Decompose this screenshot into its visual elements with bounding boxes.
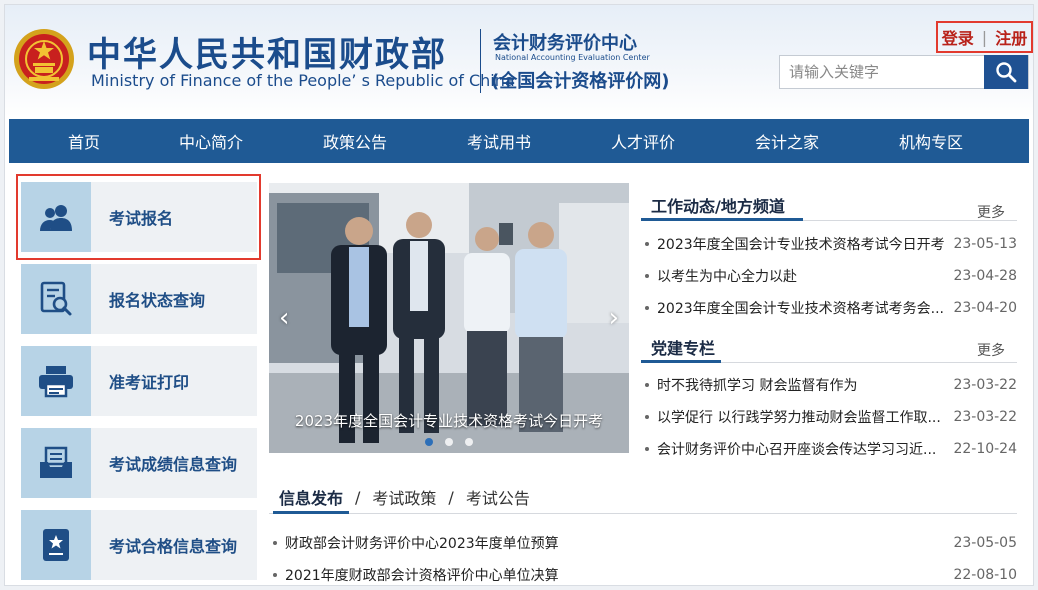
list-item[interactable]: 时不我待抓学习 财会监督有作为 23-03-22 — [645, 375, 1017, 395]
sidebar-item-label: 报名状态查询 — [109, 291, 206, 310]
document-search-icon — [40, 281, 72, 316]
news-title[interactable]: 会计财务评价中心召开座谈会传达学习习近... — [657, 439, 936, 459]
list-item[interactable]: 以学促行 以行践学努力推动财会监督工作取... 23-03-22 — [645, 407, 1017, 427]
list-item[interactable]: 财政部会计财务评价中心2023年度单位预算 23-05-05 — [273, 533, 1017, 553]
bullet — [273, 541, 277, 545]
auth-links: 登录 | 注册 — [936, 21, 1033, 53]
section-divider — [269, 513, 1017, 514]
news-date: 23-04-20 — [953, 300, 1017, 316]
search-box — [779, 55, 1029, 89]
news-title[interactable]: 财政部会计财务评价中心2023年度单位预算 — [285, 533, 559, 553]
bullet — [273, 573, 277, 577]
carousel-caption[interactable]: 2023年度全国会计专业技术资格考试今日开考 — [269, 410, 629, 431]
sidebar-item-label: 考试合格信息查询 — [109, 537, 238, 556]
register-link[interactable]: 注册 — [995, 25, 1027, 49]
list-item[interactable]: 2021年度财政部会计资格评价中心单位决算 22-08-10 — [273, 565, 1017, 585]
work-news-title: 工作动态/地方频道 — [651, 197, 785, 216]
work-news-more-link[interactable]: 更多 — [977, 202, 1005, 222]
sidebar-item-label: 考试报名 — [109, 209, 174, 228]
news-date: 23-05-13 — [953, 236, 1017, 252]
certificate-icon — [43, 529, 69, 561]
news-title[interactable]: 2023年度全国会计专业技术资格考试考务会... — [657, 298, 944, 318]
bullet — [645, 306, 649, 310]
party-more-link[interactable]: 更多 — [977, 340, 1005, 360]
bullet — [645, 383, 649, 387]
tab-separator: / — [448, 487, 454, 507]
news-date: 23-03-22 — [953, 409, 1017, 425]
news-title[interactable]: 以考生为中心全力以赴 — [657, 266, 797, 286]
bullet — [645, 242, 649, 246]
news-date: 23-03-22 — [953, 377, 1017, 393]
bullet — [645, 274, 649, 278]
section-underline — [641, 218, 803, 221]
party-column-title: 党建专栏 — [651, 339, 716, 358]
sidebar-icon-box — [21, 346, 91, 416]
carousel-dots — [269, 438, 629, 446]
users-icon — [40, 205, 72, 231]
search-input[interactable] — [780, 56, 985, 88]
carousel-dot[interactable] — [425, 438, 433, 446]
center-name-cn: 会计财务评价中心 — [493, 33, 637, 54]
tab-exam-policy[interactable]: 考试政策 — [372, 485, 436, 509]
list-item[interactable]: 2023年度全国会计专业技术资格考试考务会... 23-04-20 — [645, 298, 1017, 318]
list-item[interactable]: 2023年度全国会计专业技术资格考试今日开考 23-05-13 — [645, 234, 1017, 254]
page-frame: 中华人民共和国财政部 Ministry of Finance of the Pe… — [4, 4, 1034, 586]
section-underline — [641, 360, 721, 363]
ministry-name-en: Ministry of Finance of the People’ s Rep… — [91, 71, 515, 90]
sidebar-item-label: 准考证打印 — [109, 373, 190, 392]
sidebar-icon-box — [21, 428, 91, 498]
login-link[interactable]: 登录 — [942, 25, 974, 49]
news-title[interactable]: 以学促行 以行践学努力推动财会监督工作取... — [657, 407, 941, 427]
inbox-icon — [40, 446, 72, 478]
auth-separator: | — [981, 27, 988, 47]
national-emblem-icon — [14, 29, 74, 89]
news-title[interactable]: 时不我待抓学习 财会监督有作为 — [657, 375, 857, 395]
carousel-dot[interactable] — [445, 438, 453, 446]
carousel-prev-arrow[interactable]: ‹ — [279, 303, 289, 333]
sidebar-item-registration-status[interactable]: 报名状态查询 — [21, 264, 257, 334]
news-date: 23-05-05 — [953, 535, 1017, 551]
nav-item-about[interactable]: 中心简介 — [159, 129, 263, 153]
tab-info-release[interactable]: 信息发布 — [279, 485, 343, 509]
bullet — [645, 447, 649, 451]
ministry-name-cn: 中华人民共和国财政部 — [87, 35, 447, 75]
nav-item-talent[interactable]: 人才评价 — [551, 129, 735, 153]
main-nav: 首页 中心简介 政策公告 考试用书 人才评价 会计之家 机构专区 — [9, 119, 1029, 163]
sidebar-item-score-query[interactable]: 考试成绩信息查询 — [21, 428, 257, 498]
sidebar-item-admission-ticket[interactable]: 准考证打印 — [21, 346, 257, 416]
list-item[interactable]: 以考生为中心全力以赴 23-04-28 — [645, 266, 1017, 286]
sidebar-item-pass-query[interactable]: 考试合格信息查询 — [21, 510, 257, 580]
sidebar-icon-box — [21, 510, 91, 580]
center-name-en: National Accounting Evaluation Center — [495, 53, 650, 62]
list-item[interactable]: 会计财务评价中心召开座谈会传达学习习近... 22-10-24 — [645, 439, 1017, 459]
nav-item-institutions[interactable]: 机构专区 — [839, 129, 1023, 153]
news-date: 23-04-28 — [953, 268, 1017, 284]
center-network-name: (全国会计资格评价网) — [491, 71, 670, 92]
news-title[interactable]: 2023年度全国会计专业技术资格考试今日开考 — [657, 234, 945, 254]
search-icon — [996, 62, 1017, 83]
sidebar-icon-box — [21, 264, 91, 334]
news-date: 22-08-10 — [953, 567, 1017, 583]
section-underline — [273, 511, 349, 514]
nav-item-home[interactable]: 首页 — [9, 129, 159, 153]
news-date: 22-10-24 — [953, 441, 1017, 457]
site-header: 中华人民共和国财政部 Ministry of Finance of the Pe… — [5, 5, 1033, 117]
header-divider — [480, 29, 481, 93]
nav-item-books[interactable]: 考试用书 — [447, 129, 551, 153]
info-tabs: 信息发布 / 考试政策 / 考试公告 — [279, 485, 530, 509]
sidebar-item-exam-registration[interactable]: 考试报名 — [21, 182, 257, 252]
tab-exam-notice[interactable]: 考试公告 — [466, 485, 530, 509]
news-title[interactable]: 2021年度财政部会计资格评价中心单位决算 — [285, 565, 559, 585]
nav-item-accounting-home[interactable]: 会计之家 — [735, 129, 839, 153]
carousel-dot[interactable] — [465, 438, 473, 446]
sidebar-item-label: 考试成绩信息查询 — [109, 455, 238, 474]
nav-item-policy[interactable]: 政策公告 — [263, 129, 447, 153]
sidebar-icon-box — [21, 182, 91, 252]
news-carousel[interactable]: ‹ › 2023年度全国会计专业技术资格考试今日开考 — [269, 183, 629, 453]
search-button[interactable] — [984, 55, 1028, 89]
printer-icon — [39, 366, 73, 398]
bullet — [645, 415, 649, 419]
tab-separator: / — [355, 487, 361, 507]
carousel-next-arrow[interactable]: › — [609, 303, 619, 333]
